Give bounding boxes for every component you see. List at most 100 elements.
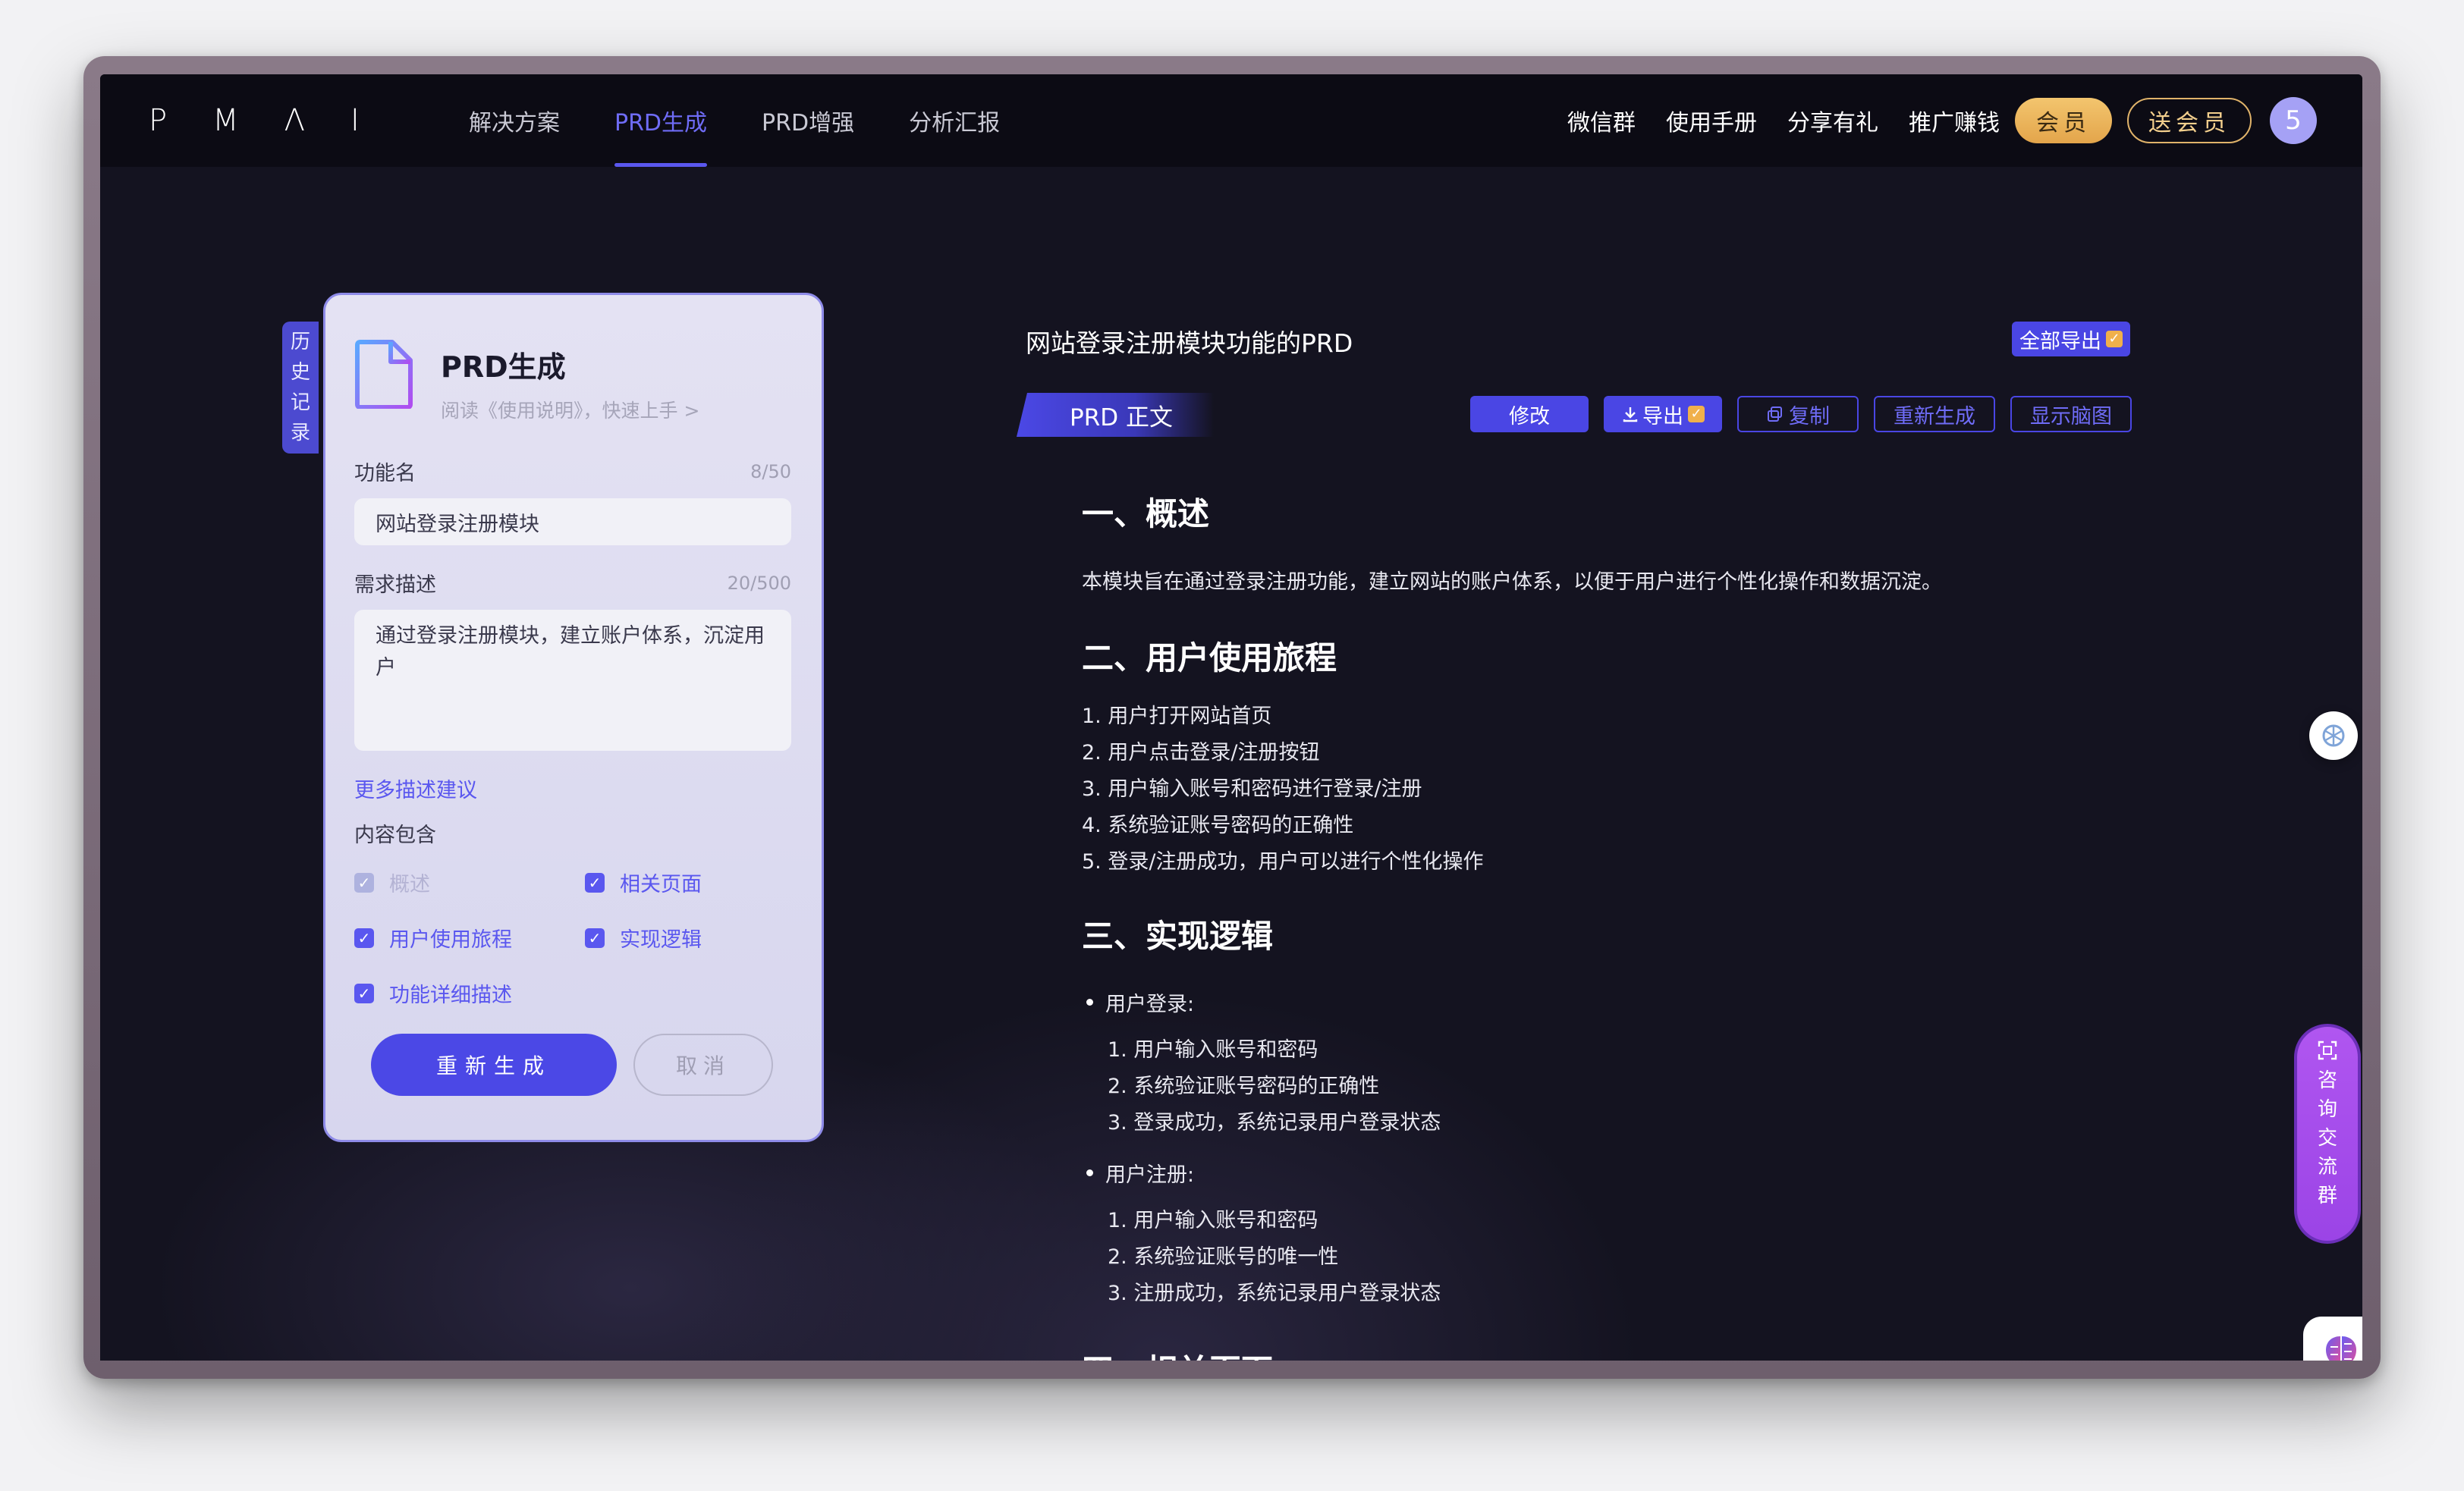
history-char: 记 bbox=[290, 391, 310, 414]
list-item: 2. 系统验证账号的唯一性 bbox=[1108, 1245, 1339, 1269]
gift-member-button[interactable]: 送会员 bbox=[2127, 98, 2252, 143]
nav-item-solutions[interactable]: 解决方案 bbox=[442, 74, 587, 167]
export-button[interactable]: 导出 ✓ bbox=[1604, 396, 1722, 432]
download-icon bbox=[1623, 407, 1638, 422]
feature-name-counter: 8/50 bbox=[750, 460, 791, 482]
brain-widget-button[interactable] bbox=[2303, 1317, 2362, 1361]
bullet-register: 用户注册: bbox=[1082, 1158, 2068, 1188]
requirement-desc-textarea[interactable]: 通过登录注册模块，建立账户体系，沉淀用户 bbox=[354, 610, 791, 751]
export-all-label: 全部导出 bbox=[2019, 329, 2101, 353]
feature-name-label: 功能名 bbox=[354, 462, 416, 485]
section-title: 一、概述 bbox=[1082, 495, 1210, 532]
header-right: 微信群 使用手册 分享有礼 推广赚钱 会员 送会员 5 bbox=[1567, 74, 2317, 167]
feature-name-input[interactable]: 网站登录注册模块 bbox=[354, 498, 791, 545]
list-item: 3. 注册成功，系统记录用户登录状态 bbox=[1108, 1282, 1441, 1305]
export-all-button[interactable]: 全部导出 ✓ bbox=[2012, 322, 2130, 356]
card-title-block: PRD生成 阅读《使用说明》，快速上手 > bbox=[441, 339, 699, 423]
avatar[interactable]: 5 bbox=[2270, 97, 2317, 144]
card-buttons: 重新生成 取消 bbox=[354, 1034, 791, 1096]
list-item: 2. 用户点击登录/注册按钮 bbox=[1082, 741, 1320, 764]
checkbox-label: 功能详细描述 bbox=[389, 984, 512, 1007]
consult-group-button[interactable]: 咨 询 交 流 群 bbox=[2294, 1024, 2361, 1244]
usage-guide-link[interactable]: 阅读《使用说明》，快速上手 > bbox=[441, 396, 699, 423]
card-title: PRD生成 bbox=[441, 350, 566, 384]
bullet-login: 用户登录: bbox=[1082, 987, 2068, 1017]
desc-label-row: 需求描述 20/500 bbox=[354, 568, 791, 598]
copy-label: 复制 bbox=[1789, 404, 1830, 428]
list-item: 3. 用户输入账号和密码进行登录/注册 bbox=[1082, 777, 1422, 801]
prd-content: 一、概述 本模块旨在通过登录注册功能，建立网站的账户体系，以便于用户进行个性化操… bbox=[1082, 488, 2068, 1361]
scan-icon bbox=[2318, 1041, 2337, 1060]
logo-letter: P bbox=[149, 103, 171, 138]
section-title: 三、实现逻辑 bbox=[1082, 918, 1274, 955]
login-list: 1. 用户输入账号和密码 2. 系统验证账号密码的正确性 3. 登录成功，系统记… bbox=[1082, 1032, 2068, 1141]
cancel-button[interactable]: 取消 bbox=[633, 1034, 773, 1096]
history-char: 史 bbox=[290, 361, 310, 384]
export-label: 导出 bbox=[1642, 404, 1683, 428]
consult-char: 交 bbox=[2317, 1127, 2337, 1150]
wechat-group-link[interactable]: 微信群 bbox=[1567, 104, 1636, 137]
copy-icon bbox=[1768, 406, 1782, 422]
nav-item-analysis-report[interactable]: 分析汇报 bbox=[882, 74, 1027, 167]
member-button[interactable]: 会员 bbox=[2015, 98, 2112, 143]
show-mindmap-button[interactable]: 显示脑图 bbox=[2010, 396, 2132, 432]
content-include-label: 内容包含 bbox=[354, 824, 436, 847]
copy-button[interactable]: 复制 bbox=[1737, 396, 1859, 432]
journey-list: 1. 用户打开网站首页 2. 用户点击登录/注册按钮 3. 用户输入账号和密码进… bbox=[1082, 698, 2068, 880]
checkbox-implementation-logic[interactable]: ✓ 实现逻辑 bbox=[585, 923, 816, 953]
requirement-desc-label: 需求描述 bbox=[354, 573, 436, 597]
requirement-desc-counter: 20/500 bbox=[727, 572, 791, 594]
more-suggestions-link[interactable]: 更多描述建议 bbox=[354, 774, 791, 803]
checkbox-feature-detail[interactable]: ✓ 功能详细描述 bbox=[354, 978, 585, 1008]
checkbox-label: 实现逻辑 bbox=[620, 928, 702, 952]
window-frame: P M Λ I 解决方案 PRD生成 PRD增强 分析汇报 微信群 使用手册 分… bbox=[83, 56, 2381, 1379]
checkbox-check-icon: ✓ bbox=[354, 928, 374, 948]
section-title: 四、相关页面 bbox=[1082, 1345, 2068, 1361]
section-title: 二、用户使用旅程 bbox=[1082, 639, 1337, 676]
promote-earn-link[interactable]: 推广赚钱 bbox=[1909, 104, 2000, 137]
nav-item-prd-enhance[interactable]: PRD增强 bbox=[734, 74, 882, 167]
checkbox-label: 用户使用旅程 bbox=[389, 928, 512, 952]
list-item: 1. 用户输入账号和密码 bbox=[1108, 1038, 1318, 1062]
checkbox-check-icon: ✓ bbox=[354, 872, 374, 893]
edit-button[interactable]: 修改 bbox=[1470, 396, 1589, 432]
consult-char: 咨 bbox=[2317, 1069, 2337, 1092]
document-title: 网站登录注册模块功能的PRD bbox=[1026, 328, 1353, 358]
history-tab[interactable]: 历 史 记 录 bbox=[282, 322, 319, 454]
checkbox-check-icon: ✓ bbox=[585, 872, 605, 893]
checkbox-label: 概述 bbox=[389, 873, 430, 896]
document-actions: 修改 导出 ✓ 复制 重新生成 显示脑图 bbox=[1470, 396, 2132, 432]
share-gift-link[interactable]: 分享有礼 bbox=[1787, 104, 1878, 137]
logo[interactable]: P M Λ I bbox=[149, 102, 363, 140]
tab-prd-body[interactable]: PRD 正文 bbox=[1017, 393, 1214, 437]
list-item: 3. 登录成功，系统记录用户登录状态 bbox=[1108, 1111, 1441, 1135]
list-item: 5. 登录/注册成功，用户可以进行个性化操作 bbox=[1082, 850, 1484, 874]
top-navbar: P M Λ I 解决方案 PRD生成 PRD增强 分析汇报 微信群 使用手册 分… bbox=[100, 74, 2362, 167]
history-char: 历 bbox=[290, 331, 310, 353]
vip-badge-icon: ✓ bbox=[2106, 331, 2123, 347]
logo-letter: I bbox=[350, 103, 363, 138]
main-nav: 解决方案 PRD生成 PRD增强 分析汇报 bbox=[442, 74, 1027, 167]
list-item: 1. 用户打开网站首页 bbox=[1082, 705, 1272, 728]
checkbox-check-icon: ✓ bbox=[585, 928, 605, 948]
checkbox-overview[interactable]: ✓ 概述 bbox=[354, 868, 585, 897]
logo-letter: M bbox=[212, 103, 242, 138]
list-item: 4. 系统验证账号密码的正确性 bbox=[1082, 814, 1354, 837]
ai-assistant-button[interactable] bbox=[2309, 711, 2358, 760]
nav-item-prd-generate[interactable]: PRD生成 bbox=[587, 74, 734, 167]
brain-icon bbox=[2326, 1336, 2356, 1361]
name-label-row: 功能名 8/50 bbox=[354, 457, 791, 486]
register-list: 1. 用户输入账号和密码 2. 系统验证账号的唯一性 3. 注册成功，系统记录用… bbox=[1082, 1203, 2068, 1312]
prd-form-card: PRD生成 阅读《使用说明》，快速上手 > 功能名 8/50 网站登录注册模块 … bbox=[323, 293, 824, 1142]
checkbox-user-journey[interactable]: ✓ 用户使用旅程 bbox=[354, 923, 585, 953]
card-header: PRD生成 阅读《使用说明》，快速上手 > bbox=[354, 339, 791, 423]
regenerate-doc-button[interactable]: 重新生成 bbox=[1874, 396, 1995, 432]
content-checkboxes: ✓ 概述 ✓ 相关页面 ✓ 用户使用旅程 ✓ 实现逻辑 ✓ 功能详细描述 bbox=[354, 868, 791, 1008]
user-manual-link[interactable]: 使用手册 bbox=[1666, 104, 1757, 137]
logo-letter: Λ bbox=[284, 103, 309, 138]
document-icon bbox=[355, 340, 413, 409]
regenerate-button[interactable]: 重新生成 bbox=[371, 1034, 617, 1096]
overview-text: 本模块旨在通过登录注册功能，建立网站的账户体系，以便于用户进行个性化操作和数据沉… bbox=[1082, 570, 1942, 594]
checkbox-related-pages[interactable]: ✓ 相关页面 bbox=[585, 868, 816, 897]
checkbox-label: 相关页面 bbox=[620, 873, 702, 896]
